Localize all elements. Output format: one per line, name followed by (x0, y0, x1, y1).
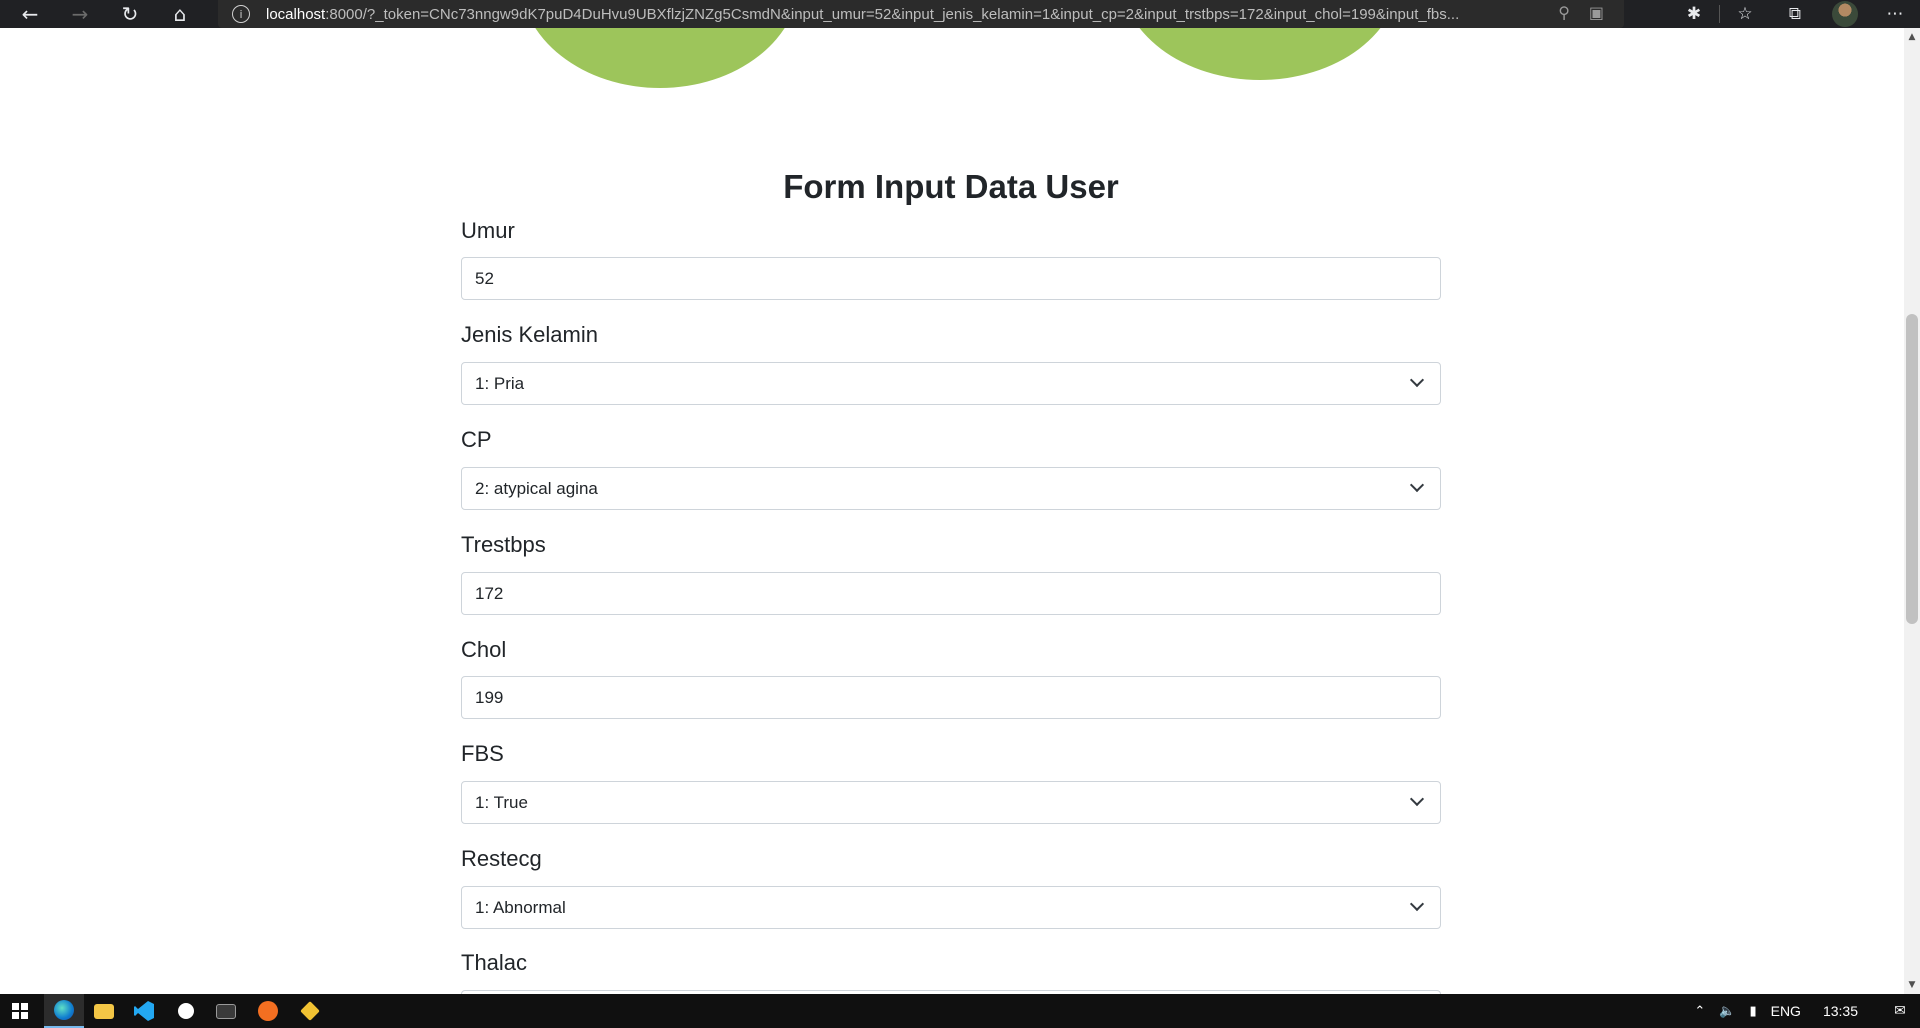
forward-icon[interactable]: → (66, 0, 94, 28)
vscode-icon (134, 1001, 154, 1021)
browser-toolbar: ← → ↻ ⌂ i localhost:8000/?_token=CNc73nn… (0, 0, 1920, 28)
chevron-down-icon (1409, 791, 1425, 807)
back-icon[interactable]: ← (16, 0, 44, 28)
label-jenis-kelamin: Jenis Kelamin (461, 322, 598, 347)
more-options-icon[interactable]: ⋯ (1870, 0, 1920, 28)
collections-icon[interactable]: ⧉ (1770, 0, 1820, 28)
label-cp: CP (461, 427, 492, 452)
umur-value: 52 (475, 268, 494, 288)
cp-value: 2: atypical agina (475, 478, 598, 498)
decorative-blob-left (520, 28, 800, 88)
cp-select[interactable]: 2: atypical agina (461, 467, 1441, 510)
language-indicator[interactable]: ENG (1771, 1003, 1801, 1019)
refresh-icon[interactable]: ↻ (116, 0, 144, 28)
favorites-icon[interactable]: ☆ (1720, 0, 1770, 28)
chevron-down-icon (1409, 372, 1425, 388)
taskbar-terminal-app[interactable] (166, 994, 206, 1028)
home-icon[interactable]: ⌂ (166, 0, 194, 28)
label-chol: Chol (461, 637, 507, 662)
jenis-kelamin-select[interactable]: 1: Pria (461, 362, 1441, 405)
windows-taskbar: ⌃ 🔈 ▮ ENG 13:35 ✉ (0, 994, 1920, 1028)
extensions-icon[interactable]: ✱ (1669, 0, 1719, 28)
folder-icon (94, 1003, 114, 1019)
system-tray: ⌃ 🔈 ▮ ENG 13:35 ✉ (1694, 994, 1920, 1028)
trestbps-input[interactable]: 172 (461, 572, 1441, 615)
browser-right-tools: ✱ ☆ ⧉ ⋯ (1669, 0, 1920, 28)
profile-avatar[interactable] (1820, 0, 1870, 28)
label-thalac: Thalac (461, 950, 528, 975)
battery-icon[interactable]: ▮ (1749, 1004, 1756, 1019)
chevron-down-icon (1409, 896, 1425, 912)
fbs-value: 1: True (475, 792, 528, 812)
url-rest: :8000/?_token=CNc73nngw9dK7puD4DuHvu9UBX… (325, 5, 1460, 23)
label-fbs: FBS (461, 741, 504, 766)
label-restecg: Restecg (461, 846, 542, 871)
label-trestbps: Trestbps (461, 532, 546, 557)
address-bar[interactable]: i localhost:8000/?_token=CNc73nngw9dK7pu… (218, 0, 1624, 28)
restecg-select[interactable]: 1: Abnormal (461, 886, 1441, 929)
restecg-value: 1: Abnormal (475, 897, 566, 917)
chevron-down-icon (1409, 477, 1425, 493)
decorative-blob-right (1120, 28, 1400, 80)
app-circle-icon (178, 1003, 194, 1019)
trestbps-value: 172 (475, 583, 504, 603)
fbs-select[interactable]: 1: True (461, 781, 1441, 824)
url-text[interactable]: localhost:8000/?_token=CNc73nngw9dK7puD4… (266, 6, 1566, 23)
windows-logo-icon (12, 1003, 28, 1019)
notification-icon[interactable]: ✉ (1888, 994, 1912, 1028)
umur-input[interactable]: 52 (461, 257, 1441, 300)
sublime-icon (258, 1001, 278, 1021)
url-host: localhost (266, 5, 326, 23)
taskbar-edge[interactable] (44, 994, 84, 1028)
volume-icon[interactable]: 🔈 (1719, 1004, 1735, 1019)
jenis-kelamin-value: 1: Pria (475, 373, 525, 393)
avatar (1832, 1, 1858, 27)
scroll-down-icon[interactable]: ▼ (1907, 980, 1917, 990)
taskbar-file-explorer[interactable] (84, 994, 124, 1028)
label-umur: Umur (461, 218, 515, 243)
taskbar-git[interactable] (290, 994, 330, 1028)
start-button[interactable] (0, 994, 40, 1028)
taskbar-window[interactable] (206, 994, 246, 1028)
chol-input[interactable]: 199 (461, 676, 1441, 719)
taskbar-sublime[interactable] (248, 994, 288, 1028)
site-info-icon[interactable]: i (232, 5, 250, 23)
clock[interactable]: 13:35 (1823, 1003, 1858, 1019)
page-viewport: Form Input Data User Umur 52 Jenis Kelam… (0, 28, 1904, 994)
git-icon (300, 1001, 320, 1021)
chol-value: 199 (475, 687, 504, 707)
scroll-up-icon[interactable]: ▲ (1907, 32, 1917, 42)
zoom-icon[interactable]: ⚲ (1558, 3, 1570, 22)
taskbar-vscode[interactable] (124, 994, 164, 1028)
page-scrollbar[interactable]: ▲ ▼ (1904, 28, 1920, 994)
page-title: Form Input Data User (783, 168, 1119, 205)
chevron-up-icon[interactable]: ⌃ (1694, 1004, 1705, 1019)
scrollbar-thumb[interactable] (1906, 314, 1918, 624)
tracking-prevention-icon[interactable]: ▣ (1589, 3, 1604, 22)
edge-icon (54, 1000, 74, 1020)
window-icon (216, 1003, 236, 1019)
